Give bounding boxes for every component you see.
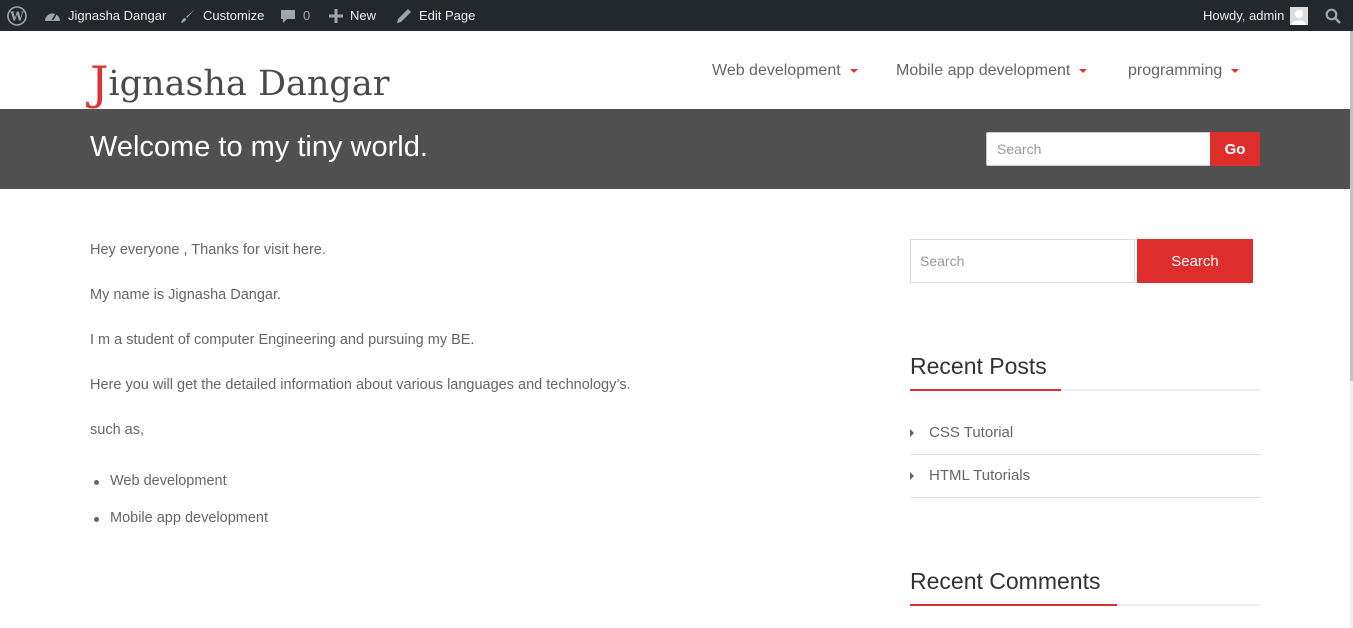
recent-comments-title: Recent Comments — [910, 568, 1101, 594]
divider — [910, 497, 1260, 498]
admin-account[interactable]: Howdy, admin — [1203, 0, 1309, 31]
nav-label: Mobile app development — [896, 62, 1071, 79]
recent-post-link[interactable]: CSS Tutorial — [910, 411, 1260, 454]
admin-site-name[interactable]: Jignasha Dangar — [44, 0, 166, 31]
admin-bar: W Jignasha Dangar Customize 0 New Edit P… — [0, 0, 1353, 31]
comment-bubble-icon — [280, 8, 296, 24]
sidebar-search-input[interactable] — [910, 239, 1135, 283]
caret-down-icon — [1231, 69, 1240, 73]
pencil-icon — [396, 8, 412, 24]
banner-search-input[interactable] — [986, 132, 1211, 166]
recent-post-label: CSS Tutorial — [929, 424, 1014, 441]
admin-edit-page-label: Edit Page — [419, 8, 476, 23]
nav-mobile-app-development[interactable]: Mobile app development — [896, 59, 1088, 83]
site-logo[interactable]: Jignasha Dangar — [90, 52, 390, 110]
admin-customize[interactable]: Customize — [180, 0, 264, 31]
logo-text: ignasha Dangar — [108, 64, 390, 104]
recent-post-link[interactable]: HTML Tutorials — [910, 454, 1260, 497]
banner-go-button[interactable]: Go — [1210, 132, 1260, 166]
admin-search-icon[interactable] — [1325, 0, 1341, 31]
content-paragraph: Here you will get the detailed informati… — [90, 377, 631, 393]
admin-customize-label: Customize — [203, 8, 265, 23]
caret-down-icon — [849, 69, 858, 73]
admin-edit-page[interactable]: Edit Page — [396, 0, 475, 31]
content-paragraph: Hey everyone , Thanks for visit here. — [90, 242, 326, 258]
title-underline — [910, 389, 1061, 391]
avatar — [1290, 6, 1309, 25]
caret-right-icon — [910, 428, 914, 437]
admin-comments-count: 0 — [303, 8, 311, 23]
wordpress-logo-icon[interactable]: W — [7, 0, 27, 31]
recent-posts-title: Recent Posts — [910, 353, 1047, 379]
bullet-icon — [94, 480, 99, 485]
svg-text:W: W — [9, 9, 24, 23]
admin-howdy-label: Howdy, admin — [1203, 8, 1285, 23]
wordpress-logo-glyph: W — [7, 5, 27, 26]
content-paragraph: such as, — [90, 422, 144, 438]
sidebar-search-button[interactable]: Search — [1137, 239, 1253, 283]
page-title: Welcome to my tiny world. — [90, 131, 428, 163]
dashboard-icon — [44, 9, 61, 23]
nav-label: programming — [1128, 62, 1223, 79]
admin-new-label: New — [350, 8, 377, 23]
caret-right-icon — [910, 471, 914, 480]
nav-web-development[interactable]: Web development — [712, 59, 858, 83]
title-underline — [910, 604, 1117, 606]
admin-new[interactable]: New — [329, 0, 376, 31]
caret-down-icon — [1079, 69, 1088, 73]
logo-initial: J — [90, 56, 109, 110]
content-paragraph: I m a student of computer Engineering an… — [90, 332, 475, 348]
admin-site-name-label: Jignasha Dangar — [68, 8, 167, 23]
list-item: Mobile app development — [110, 510, 268, 526]
admin-comments[interactable]: 0 — [280, 0, 310, 31]
nav-programming[interactable]: programming — [1128, 59, 1240, 83]
bullet-icon — [94, 517, 99, 522]
list-item: Web development — [110, 473, 227, 489]
content-paragraph: My name is Jignasha Dangar. — [90, 287, 282, 303]
brush-icon — [180, 8, 196, 24]
nav-label: Web development — [712, 62, 841, 79]
recent-post-label: HTML Tutorials — [929, 467, 1031, 484]
plus-icon — [329, 8, 343, 23]
